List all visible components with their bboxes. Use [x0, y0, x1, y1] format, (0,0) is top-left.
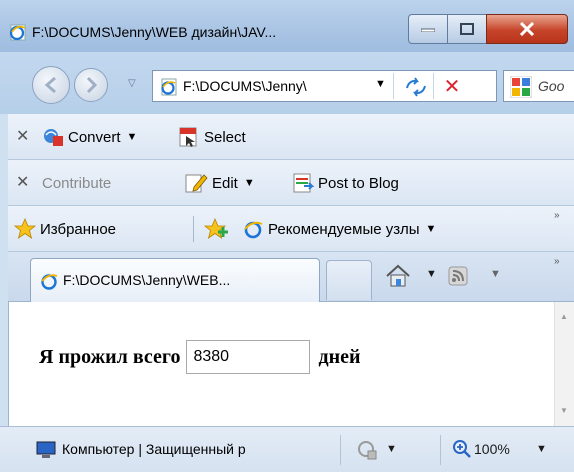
home-icon[interactable] — [384, 264, 412, 288]
divider — [440, 435, 441, 465]
close-toolbar-icon[interactable]: ✕ — [16, 126, 29, 146]
zoom-dropdown-icon[interactable]: ▼ — [536, 443, 547, 455]
favorites-overflow-icon[interactable]: » — [554, 210, 560, 221]
edit-dropdown-icon[interactable]: ▼ — [244, 177, 255, 189]
ie-page-icon — [244, 221, 263, 239]
close-button[interactable] — [486, 14, 568, 44]
home-dropdown-icon[interactable]: ▼ — [426, 268, 437, 280]
forward-icon — [86, 76, 98, 94]
protected-mode-icon[interactable] — [356, 439, 378, 461]
select-label: Select — [204, 128, 246, 146]
vertical-scrollbar[interactable]: ▲ ▼ — [554, 302, 574, 426]
favorites-label: Избранное — [40, 220, 117, 238]
ie-page-icon — [41, 274, 58, 290]
title-bar: F:\DOCUMS\Jenny\WEB дизайн\JAV... — [0, 0, 574, 52]
zone-status[interactable]: Компьютер | Защищенный р — [62, 441, 310, 457]
search-input[interactable]: Goo — [538, 78, 564, 94]
zoom-level: 100% — [474, 441, 510, 457]
address-input[interactable]: F:\DOCUMS\Jenny\ — [183, 78, 365, 94]
search-provider-icon — [510, 76, 532, 98]
scroll-up-icon[interactable]: ▲ — [560, 312, 568, 321]
window-title: F:\DOCUMS\Jenny\WEB дизайн\JAV... — [32, 24, 277, 40]
contribute-toolbar: ✕ Contribute Edit ▼ Post to Blog — [8, 160, 574, 206]
feed-icon[interactable] — [448, 266, 468, 286]
close-toolbar-icon[interactable]: ✕ — [16, 172, 29, 192]
add-favorites-button[interactable] — [204, 218, 234, 240]
stop-icon[interactable]: ✕ — [439, 75, 465, 99]
suggested-sites-button[interactable]: Рекомендуемые узлы ▼ — [242, 218, 436, 240]
divider — [393, 73, 394, 99]
edit-label: Edit — [212, 174, 238, 192]
forward-button[interactable] — [74, 68, 108, 102]
convert-button[interactable]: Convert ▼ — [42, 126, 137, 148]
computer-zone-icon — [36, 441, 56, 458]
tab-active[interactable]: F:\DOCUMS\Jenny\WEB... — [30, 258, 320, 302]
favorites-button[interactable]: Избранное — [14, 218, 116, 240]
address-bar[interactable]: F:\DOCUMS\Jenny\ ▼ ✕ — [152, 70, 497, 102]
refresh-icon[interactable] — [403, 75, 429, 99]
status-bar: Компьютер | Защищенный р ▼ 100% ▼ — [0, 426, 574, 472]
days-line: Я прожил всего дней — [39, 340, 361, 374]
browser-window: F:\DOCUMS\Jenny\WEB дизайн\JAV... ▽ F:\D… — [0, 0, 574, 472]
tab-label: F:\DOCUMS\Jenny\WEB... — [63, 272, 231, 288]
post-label: Post to Blog — [318, 174, 399, 192]
page-content: Я прожил всего дней ▲ ▼ — [8, 302, 574, 426]
close-icon — [519, 22, 535, 36]
back-icon — [44, 76, 56, 94]
feed-dropdown-icon[interactable]: ▼ — [490, 268, 501, 280]
zoom-control[interactable]: 100% — [452, 439, 510, 459]
recent-pages-dropdown[interactable]: ▽ — [128, 78, 136, 89]
minimize-button[interactable] — [408, 14, 448, 44]
edit-icon — [185, 174, 208, 193]
scroll-down-icon[interactable]: ▼ — [560, 406, 568, 415]
lead-text: Я прожил всего — [39, 345, 181, 368]
zoom-icon — [453, 440, 471, 458]
contribute-label: Contribute — [42, 174, 112, 192]
add-favorites-icon — [204, 218, 228, 239]
ie-page-icon — [9, 24, 26, 41]
convert-label: Convert — [68, 128, 121, 146]
commandbar-overflow-icon[interactable]: » — [554, 256, 560, 267]
protected-dropdown-icon[interactable]: ▼ — [386, 443, 397, 455]
select-button[interactable]: Select — [178, 126, 246, 148]
trail-text: дней — [318, 345, 361, 368]
convert-dropdown-icon[interactable]: ▼ — [127, 131, 138, 143]
back-button[interactable] — [32, 66, 70, 104]
new-tab-button[interactable] — [326, 260, 372, 300]
divider — [433, 73, 434, 99]
convert-pdf-icon — [44, 129, 63, 146]
search-box[interactable]: Goo — [503, 70, 574, 102]
minimize-icon — [421, 28, 435, 32]
post-to-blog-button[interactable]: Post to Blog — [292, 172, 399, 194]
contribute-button[interactable]: Contribute — [42, 172, 111, 194]
divider — [193, 216, 194, 242]
ie-page-icon — [161, 78, 177, 96]
favorites-bar: Избранное Рекомендуемые узлы ▼ » — [8, 206, 574, 252]
pdf-toolbar: ✕ Convert ▼ Select — [8, 114, 574, 160]
edit-button[interactable]: Edit ▼ — [184, 172, 255, 194]
suggested-dropdown-icon[interactable]: ▼ — [425, 223, 436, 235]
days-field[interactable] — [186, 340, 311, 374]
select-pdf-icon — [179, 127, 197, 147]
maximize-icon — [460, 23, 474, 35]
navigation-bar: ▽ F:\DOCUMS\Jenny\ ▼ ✕ Goo — [0, 52, 574, 114]
suggested-sites-label: Рекомендуемые узлы — [268, 220, 420, 238]
favorites-star-icon — [14, 218, 36, 239]
address-dropdown[interactable]: ▼ — [375, 78, 386, 90]
divider — [340, 435, 341, 465]
post-blog-icon — [293, 173, 314, 193]
tab-row: F:\DOCUMS\Jenny\WEB... ▼ ▼ » — [8, 252, 574, 302]
maximize-button[interactable] — [447, 14, 487, 44]
